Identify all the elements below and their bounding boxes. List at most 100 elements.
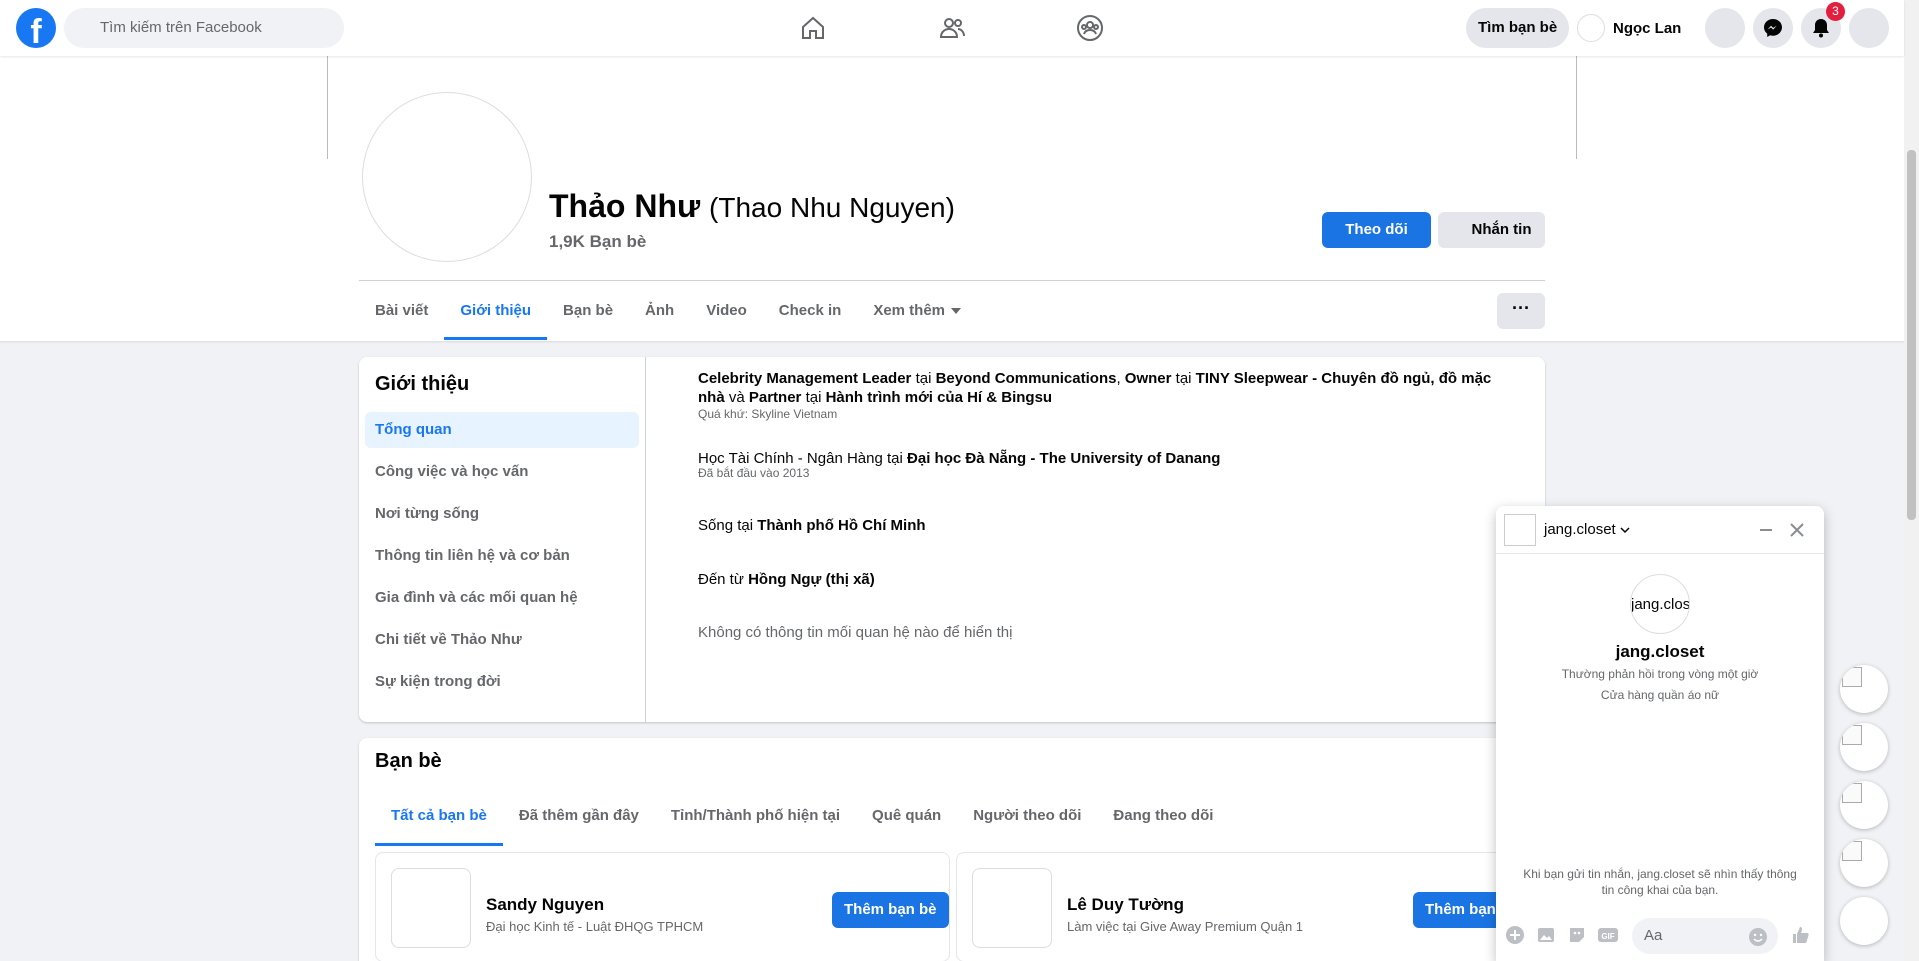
chat-head-bubble[interactable]	[1840, 781, 1888, 829]
friend-photo[interactable]	[391, 868, 471, 948]
tab-all-friends[interactable]: Tất cả bạn bè	[375, 786, 503, 846]
account-button[interactable]	[1849, 8, 1889, 48]
tab-hometown[interactable]: Quê quán	[856, 786, 957, 846]
chat-name: jang.closet	[1544, 521, 1616, 538]
tab-label: Ảnh	[645, 302, 675, 319]
tab-label: Bạn bè	[563, 302, 614, 319]
more-options-button[interactable]: ···	[1497, 293, 1545, 329]
work-company-link[interactable]: Beyond Communications	[936, 370, 1117, 387]
gif-label: GIF	[1601, 932, 1614, 941]
home-icon	[802, 16, 824, 39]
notifications-button[interactable]: 3	[1801, 2, 1845, 48]
chat-window: jang.closet jang.clos jang.closet Thường…	[1496, 506, 1824, 961]
chat-title[interactable]: jang.closet	[1544, 521, 1630, 538]
message-button[interactable]: Nhắn tin	[1438, 212, 1545, 248]
more-actions-button[interactable]	[1504, 924, 1526, 946]
sticker-button[interactable]	[1566, 924, 1588, 946]
sidebar-item-places-lived[interactable]: Nơi từng sống	[365, 496, 639, 532]
friends-icon	[939, 18, 965, 38]
tab-current-city[interactable]: Tỉnh/Thành phố hiện tại	[655, 786, 856, 846]
new-message-button[interactable]	[1840, 897, 1888, 945]
menu-button[interactable]	[1705, 8, 1745, 48]
close-icon	[1790, 523, 1804, 537]
from-prefix: Đến từ	[698, 571, 744, 588]
sidebar-item-contact-basic[interactable]: Thông tin liên hệ và cơ bản	[365, 538, 639, 574]
profile-picture[interactable]	[362, 92, 532, 262]
sidebar-item-family[interactable]: Gia đình và các mối quan hệ	[365, 580, 639, 616]
find-friends-button[interactable]: Tìm bạn bè	[1466, 8, 1570, 48]
tab-video[interactable]: Video	[690, 282, 763, 340]
friends-title[interactable]: Bạn bè	[375, 750, 442, 773]
minimize-button[interactable]	[1754, 518, 1778, 542]
emoji-icon[interactable]	[1748, 927, 1768, 947]
hometown-link[interactable]: Hồng Ngự (thị xã)	[748, 571, 875, 588]
tab-label: Video	[706, 302, 747, 319]
work-role: Owner	[1124, 370, 1172, 387]
friend-count[interactable]: 1,9K Bạn bè	[549, 232, 646, 252]
tab-about[interactable]: Giới thiệu	[444, 282, 547, 340]
follow-button[interactable]: Theo dõi	[1322, 212, 1431, 248]
sidebar-item-life-events[interactable]: Sự kiện trong đời	[365, 664, 639, 700]
chat-header: jang.closet	[1496, 506, 1824, 554]
user-profile-chip[interactable]: Ngọc Lan	[1577, 8, 1681, 48]
education-since: Đã bắt đầu vào 2013	[698, 466, 810, 480]
about-sidebar: Giới thiệu Tổng quan Công việc và học vấ…	[359, 357, 646, 722]
friends-card: Bạn bè Tất cả bạn bè Đã thêm gần đây Tỉn…	[359, 738, 1545, 961]
chat-head-bubble[interactable]	[1840, 839, 1888, 887]
lives-in-info: Sống tại Thành phố Hồ Chí Minh	[698, 516, 1518, 535]
tab-following[interactable]: Đang theo dõi	[1097, 786, 1229, 846]
tab-posts[interactable]: Bài viết	[359, 282, 444, 340]
bell-icon	[1813, 19, 1829, 38]
friends-tabs: Tất cả bạn bè Đã thêm gần đây Tỉnh/Thành…	[375, 786, 1229, 846]
tab-friends[interactable]: Bạn bè	[547, 282, 629, 340]
profile-tabs: Bài viết Giới thiệu Bạn bè Ảnh Video Che…	[359, 282, 977, 340]
gif-button[interactable]: GIF	[1597, 924, 1619, 946]
work-at: tại	[915, 370, 932, 387]
sidebar-item-overview[interactable]: Tổng quan	[365, 412, 639, 448]
plus-circle-icon	[1506, 926, 1524, 944]
sidebar-item-details[interactable]: Chi tiết về Thảo Như	[365, 622, 639, 658]
school-link[interactable]: Đại học Đà Nẵng - The University of Dana…	[907, 450, 1220, 467]
chat-head-bubble[interactable]	[1840, 723, 1888, 771]
friend-name[interactable]: Lê Duy Tường	[1067, 895, 1184, 915]
avatar[interactable]	[1504, 514, 1536, 546]
city-link[interactable]: Thành phố Hồ Chí Minh	[757, 517, 925, 534]
page-scrollbar[interactable]	[1904, 0, 1919, 961]
add-friend-button[interactable]: Thêm bạn bè	[832, 892, 949, 928]
tab-label: Xem thêm	[873, 302, 946, 319]
photo-button[interactable]	[1535, 924, 1557, 946]
messenger-button[interactable]	[1753, 8, 1793, 48]
profile-name: Thảo Như (Thao Nhu Nguyen)	[549, 188, 955, 225]
chat-response-time: Thường phản hồi trong vòng một giờ	[1561, 667, 1759, 681]
scrollbar-thumb[interactable]	[1907, 150, 1916, 520]
messenger-icon	[1764, 19, 1782, 37]
close-button[interactable]	[1785, 518, 1809, 542]
profile-header: Thảo Như (Thao Nhu Nguyen) 1,9K Bạn bè T…	[0, 56, 1904, 341]
user-name: Ngọc Lan	[1613, 19, 1682, 37]
friend-name[interactable]: Sandy Nguyen	[486, 895, 604, 915]
image-placeholder-icon	[1842, 667, 1862, 687]
work-role: Partner	[748, 389, 802, 406]
tab-label: Bài viết	[375, 302, 429, 319]
sidebar-item-work-education[interactable]: Công việc và học vấn	[365, 454, 639, 490]
tab-followers[interactable]: Người theo dõi	[957, 786, 1097, 846]
tab-photos[interactable]: Ảnh	[629, 282, 690, 340]
work-company-link[interactable]: Hành trình mới của Hí & Bingsu	[826, 389, 1053, 406]
chat-head-bubble[interactable]	[1840, 665, 1888, 713]
home-nav-button[interactable]	[758, 8, 868, 48]
search-input[interactable]: Tìm kiếm trên Facebook	[64, 8, 344, 48]
friends-nav-button[interactable]	[897, 8, 1007, 48]
minimize-icon	[1760, 529, 1772, 531]
chat-profile-picture[interactable]: jang.clos	[1630, 574, 1690, 634]
friend-photo[interactable]	[972, 868, 1052, 948]
tab-recently-added[interactable]: Đã thêm gần đây	[503, 786, 655, 846]
like-button[interactable]	[1790, 924, 1812, 946]
tab-checkin[interactable]: Check in	[763, 282, 858, 340]
profile-display-name: Thảo Như	[549, 188, 701, 224]
work-info: Celebrity Management Leader tại Beyond C…	[698, 370, 1492, 406]
about-title: Giới thiệu	[375, 373, 470, 395]
groups-nav-button[interactable]	[1035, 8, 1145, 48]
chat-profile-name[interactable]: jang.closet	[1496, 642, 1824, 662]
tab-see-more[interactable]: Xem thêm	[857, 282, 977, 340]
facebook-logo[interactable]: f	[16, 8, 56, 48]
